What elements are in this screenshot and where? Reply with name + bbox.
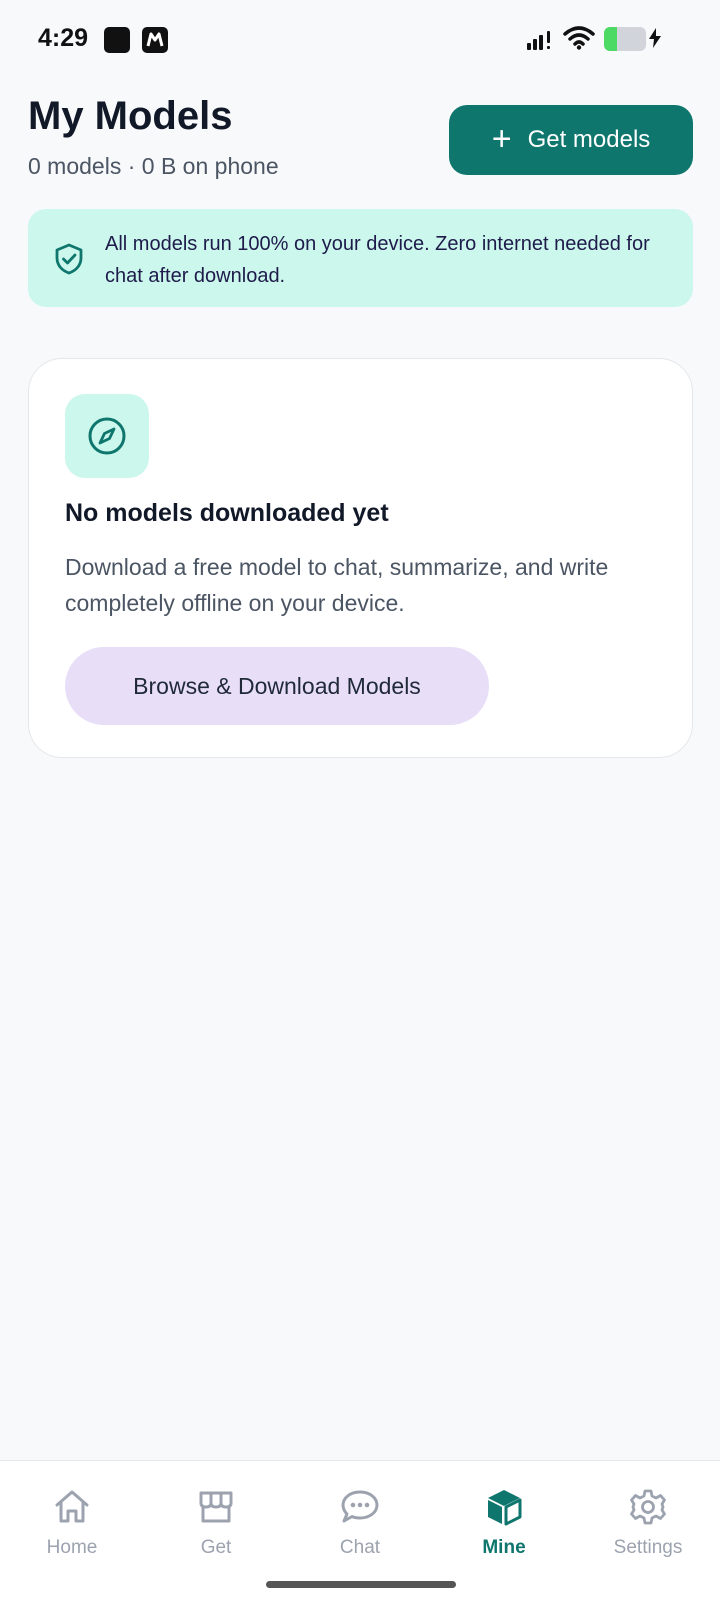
notification-app-icon (142, 27, 168, 53)
plus-icon: + (491, 119, 512, 158)
bottom-navigation: Home Get Chat Mine Settings (0, 1460, 720, 1601)
home-indicator (266, 1581, 456, 1588)
status-bar: 4:29 (0, 0, 720, 80)
wifi-icon (563, 26, 595, 50)
gear-icon (630, 1489, 666, 1525)
nav-home[interactable]: Home (0, 1487, 144, 1567)
nav-settings[interactable]: Settings (576, 1487, 720, 1567)
get-models-label: Get models (527, 126, 651, 153)
compass-icon-container (65, 394, 149, 478)
page-title: My Models (28, 94, 233, 138)
charging-bolt-icon (649, 28, 661, 48)
nav-mine[interactable]: Mine (432, 1487, 576, 1567)
nav-get-label: Get (200, 1537, 232, 1558)
status-time: 4:29 (38, 24, 89, 52)
notification-app-icon (104, 27, 130, 53)
home-icon (55, 1490, 89, 1523)
empty-state-title: No models downloaded yet (65, 499, 389, 527)
cube-icon (488, 1490, 522, 1526)
offline-info-banner: All models run 100% on your device. Zero… (28, 209, 693, 307)
nav-chat-label: Chat (339, 1537, 381, 1558)
get-models-button[interactable]: + Get models (449, 105, 693, 175)
chat-bubble-icon (341, 1490, 379, 1523)
empty-state-description: Download a free model to chat, summarize… (65, 554, 609, 616)
battery-icon (604, 27, 646, 51)
browse-download-models-button[interactable]: Browse & Download Models (65, 647, 489, 725)
compass-icon (88, 417, 126, 455)
nav-settings-label: Settings (613, 1537, 683, 1558)
offline-info-text: All models run 100% on your device. Zero… (105, 233, 650, 287)
shield-check-icon (55, 243, 83, 275)
nav-mine-label: Mine (482, 1537, 526, 1558)
nav-chat[interactable]: Chat (288, 1487, 432, 1567)
empty-state-card: No models downloaded yet Download a free… (28, 358, 693, 758)
cellular-signal-icon (527, 31, 550, 50)
storage-summary: 0 models · 0 B on phone (28, 153, 279, 179)
nav-home-label: Home (46, 1537, 98, 1558)
nav-get[interactable]: Get (144, 1487, 288, 1567)
store-icon (199, 1491, 233, 1523)
